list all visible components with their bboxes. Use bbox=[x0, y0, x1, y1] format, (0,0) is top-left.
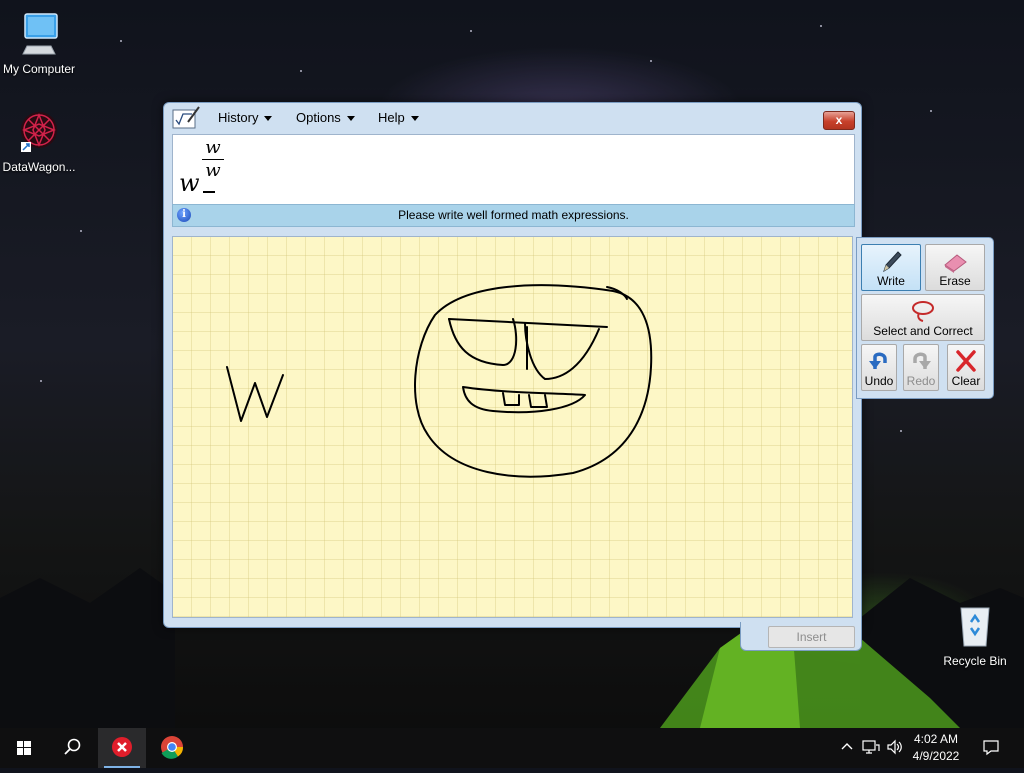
menu-history[interactable]: History bbox=[218, 110, 273, 125]
erase-label: Erase bbox=[939, 274, 971, 288]
handwriting-ink bbox=[226, 284, 653, 478]
start-button[interactable] bbox=[0, 728, 48, 768]
chevron-up-icon[interactable] bbox=[840, 739, 854, 756]
write-button[interactable]: Write bbox=[861, 244, 921, 291]
redo-label: Redo bbox=[906, 374, 936, 388]
search-button[interactable] bbox=[48, 728, 96, 768]
write-label: Write bbox=[877, 274, 905, 288]
redo-icon bbox=[913, 352, 931, 369]
eraser-icon bbox=[944, 254, 967, 273]
clock-date: 4/9/2022 bbox=[912, 749, 960, 763]
title-bar[interactable]: History Options Help x bbox=[164, 103, 861, 133]
desktop-icon-recycle-bin[interactable]: Recycle Bin bbox=[930, 602, 1020, 668]
computer-icon bbox=[15, 10, 63, 58]
notification-icon[interactable] bbox=[982, 738, 1000, 759]
status-bar: i Please write well formed math expressi… bbox=[172, 204, 855, 227]
menu-help-label: Help bbox=[378, 110, 405, 125]
lasso-icon bbox=[912, 301, 934, 322]
desktop-icon-label: DataWagon... bbox=[2, 160, 76, 174]
erase-button[interactable]: Erase bbox=[925, 244, 985, 291]
error-app-icon bbox=[112, 737, 132, 757]
redo-button[interactable]: Redo bbox=[903, 344, 939, 391]
chrome-icon bbox=[161, 736, 184, 759]
chevron-down-icon bbox=[410, 116, 419, 122]
math-base: w bbox=[179, 169, 200, 197]
menu-options-label: Options bbox=[296, 110, 341, 125]
menu-history-label: History bbox=[218, 110, 259, 125]
menu-options[interactable]: Options bbox=[296, 110, 355, 125]
taskbar: 4:02 AM 4/9/2022 bbox=[0, 728, 1024, 768]
search-icon bbox=[64, 738, 81, 755]
status-message: Please write well formed math expression… bbox=[398, 208, 629, 222]
taskbar-clock[interactable]: 4:02 AM 4/9/2022 bbox=[906, 731, 966, 765]
insert-button[interactable]: Insert bbox=[768, 626, 855, 648]
math-numerator: w bbox=[205, 137, 221, 158]
clear-button[interactable]: Clear bbox=[947, 344, 985, 391]
desktop-icon-my-computer[interactable]: My Computer bbox=[0, 10, 84, 76]
network-icon[interactable] bbox=[862, 739, 880, 758]
windows-logo-icon bbox=[17, 741, 31, 755]
select-and-correct-label: Select and Correct bbox=[873, 324, 973, 338]
datawagon-icon bbox=[15, 108, 63, 156]
recognition-preview: w w w bbox=[172, 134, 855, 205]
close-icon: x bbox=[835, 113, 843, 127]
taskbar-app-math-input[interactable] bbox=[98, 728, 146, 768]
desktop-icon-datawagon[interactable]: DataWagon... bbox=[0, 108, 84, 174]
undo-label: Undo bbox=[864, 374, 894, 388]
desktop-icon-label: My Computer bbox=[2, 62, 76, 76]
placeholder-underscore bbox=[203, 191, 215, 193]
desktop-icon-label: Recycle Bin bbox=[943, 654, 1007, 668]
undo-icon bbox=[869, 352, 887, 369]
math-input-panel-window: History Options Help x w w w i Please wr… bbox=[163, 102, 862, 628]
math-denominator: w bbox=[205, 160, 221, 181]
writing-pad[interactable] bbox=[172, 236, 853, 618]
taskbar-app-chrome[interactable] bbox=[148, 728, 196, 768]
clear-x-icon bbox=[956, 350, 976, 372]
undo-button[interactable]: Undo bbox=[861, 344, 897, 391]
math-fraction: w w bbox=[201, 137, 225, 181]
tool-panel: Write Erase Select and Correct Undo Redo bbox=[856, 237, 994, 399]
menu-help[interactable]: Help bbox=[378, 110, 419, 125]
pen-icon bbox=[883, 251, 902, 273]
volume-icon[interactable] bbox=[886, 739, 904, 758]
clear-label: Clear bbox=[951, 374, 981, 388]
select-and-correct-button[interactable]: Select and Correct bbox=[861, 294, 985, 341]
close-button[interactable]: x bbox=[823, 111, 855, 130]
chevron-down-icon bbox=[346, 116, 355, 122]
math-input-app-icon bbox=[172, 106, 200, 130]
chevron-down-icon bbox=[264, 116, 273, 122]
clock-time: 4:02 AM bbox=[913, 732, 959, 746]
recycle-bin-icon bbox=[951, 602, 999, 650]
